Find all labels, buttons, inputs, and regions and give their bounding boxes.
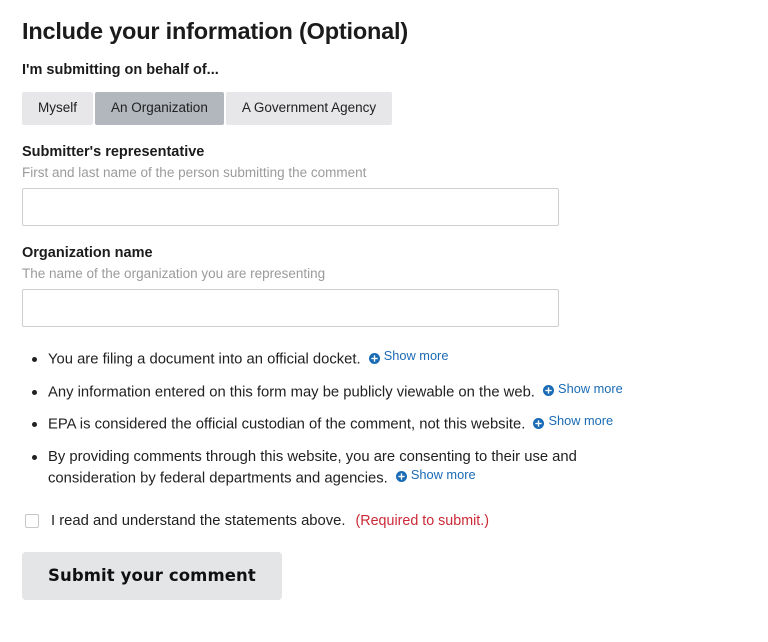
statement-text: By providing comments through this websi… — [48, 449, 577, 487]
plus-circle-icon — [533, 417, 544, 428]
list-item: By providing comments through this websi… — [48, 447, 648, 490]
list-item: Any information entered on this form may… — [48, 382, 648, 404]
list-item: EPA is considered the official custodian… — [48, 414, 648, 436]
organization-name-label: Organization name — [22, 244, 746, 263]
statement-text: You are filing a document into an offici… — [48, 352, 361, 368]
show-more-link[interactable]: Show more — [396, 467, 476, 483]
submit-comment-button[interactable]: Submit your comment — [22, 552, 282, 600]
statements-list: You are filing a document into an offici… — [22, 349, 746, 489]
show-more-link[interactable]: Show more — [533, 413, 613, 429]
plus-circle-icon — [543, 384, 554, 395]
consent-label: I read and understand the statements abo… — [51, 511, 346, 531]
show-more-link[interactable]: Show more — [369, 348, 449, 364]
behalf-option-a-government-agency[interactable]: A Government Agency — [226, 92, 392, 125]
required-note: (Required to submit.) — [356, 513, 490, 529]
list-item: You are filing a document into an offici… — [48, 349, 648, 371]
behalf-option-an-organization[interactable]: An Organization — [95, 92, 224, 125]
organization-name-field: Organization name The name of the organi… — [22, 244, 746, 327]
show-more-label: Show more — [384, 348, 449, 364]
organization-name-input[interactable] — [22, 289, 559, 327]
behalf-of-button-group: Myself An Organization A Government Agen… — [22, 92, 746, 125]
behalf-option-myself[interactable]: Myself — [22, 92, 93, 125]
show-more-label: Show more — [548, 413, 613, 429]
behalf-of-label: I'm submitting on behalf of... — [22, 60, 746, 80]
submitter-representative-hint: First and last name of the person submit… — [22, 163, 746, 182]
organization-name-hint: The name of the organization you are rep… — [22, 264, 746, 283]
show-more-label: Show more — [558, 381, 623, 397]
consent-row: I read and understand the statements abo… — [22, 511, 746, 531]
submitter-representative-field: Submitter's representative First and las… — [22, 143, 746, 226]
show-more-link[interactable]: Show more — [543, 381, 623, 397]
statement-text: EPA is considered the official custodian… — [48, 417, 525, 433]
comment-form-section: Include your information (Optional) I'm … — [0, 0, 768, 642]
plus-circle-icon — [369, 352, 380, 363]
show-more-label: Show more — [411, 467, 476, 483]
submit-row: Submit your comment — [22, 552, 746, 600]
plus-circle-icon — [396, 470, 407, 481]
page-title: Include your information (Optional) — [22, 0, 746, 46]
consent-checkbox[interactable] — [25, 514, 39, 528]
statement-text: Any information entered on this form may… — [48, 384, 535, 400]
submitter-representative-input[interactable] — [22, 188, 559, 226]
submitter-representative-label: Submitter's representative — [22, 143, 746, 162]
